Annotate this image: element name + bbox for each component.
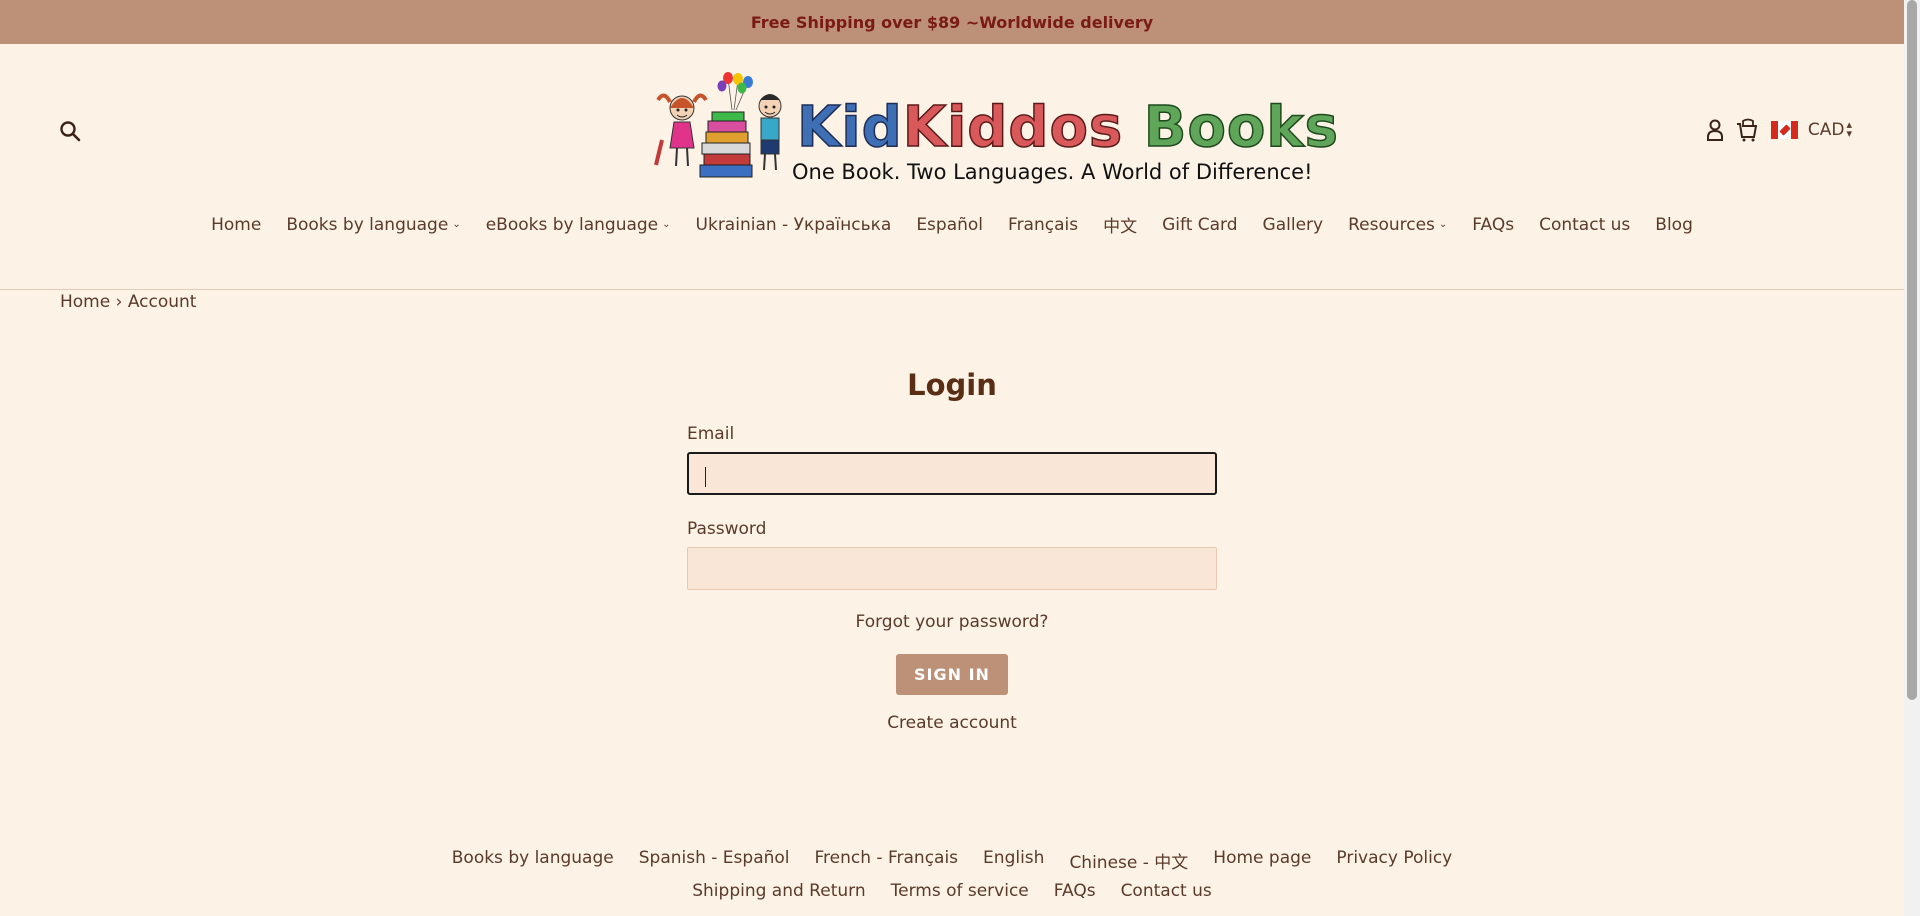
nav-ukrainian[interactable]: Ukrainian - Українська [696,212,892,237]
footer-link[interactable]: Shipping and Return [692,881,865,901]
logo-title-kiddos: Kiddos [902,95,1124,160]
breadcrumb-home[interactable]: Home [60,292,110,312]
footer-row-1: Books by language Spanish - Español Fren… [452,848,1452,873]
email-label: Email [687,424,735,444]
scrollbar[interactable] [1904,0,1920,916]
kids-books-illustration [654,72,782,178]
header-actions: CAD ▴ ▾ [1705,118,1852,142]
footer-link[interactable]: Home page [1213,848,1311,873]
breadcrumb-separator: › [115,292,123,312]
sort-arrows-icon: ▴ ▾ [1846,118,1852,140]
nav-gallery[interactable]: Gallery [1263,212,1324,237]
scrollbar-thumb[interactable] [1907,0,1917,700]
user-icon[interactable] [1705,118,1725,142]
logo-title-kid: Kid [796,95,903,160]
nav-blog[interactable]: Blog [1655,212,1693,237]
footer-link[interactable]: Spanish - Español [639,848,790,873]
chevron-down-icon: ⌄ [662,219,671,230]
forgot-password-link[interactable]: Forgot your password? [687,612,1217,632]
search-button[interactable] [58,119,82,143]
nav-gift-card[interactable]: Gift Card [1162,212,1237,237]
currency-selector[interactable]: CAD ▴ ▾ [1807,118,1852,140]
logo-title: KidKiddos Books [796,99,1339,157]
page-title: Login [907,368,997,402]
footer-links: Books by language Spanish - Español Fren… [0,848,1904,901]
search-icon [60,121,81,142]
currency-label: CAD [1807,120,1845,140]
login-form: Email Password Forgot your password? SIG… [687,424,1217,733]
main-nav: Home Books by language ⌄ eBooks by langua… [0,212,1904,238]
footer-link[interactable]: Privacy Policy [1336,848,1452,873]
footer-link[interactable]: Books by language [452,848,614,873]
breadcrumb-current: Account [127,292,197,312]
nav-home[interactable]: Home [211,212,261,237]
nav-faqs[interactable]: FAQs [1472,212,1514,237]
nav-chinese[interactable]: 中文 [1103,212,1137,237]
logo-tagline: One Book. Two Languages. A World of Diff… [792,160,1313,184]
footer-link[interactable]: Chinese - 中文 [1069,848,1188,873]
cart-icon[interactable] [1735,118,1757,142]
nav-ebooks-by-language[interactable]: eBooks by language ⌄ [486,212,671,237]
footer-link[interactable]: FAQs [1054,881,1096,901]
chevron-down-icon: ⌄ [1438,219,1448,230]
password-field[interactable] [687,547,1217,590]
nav-espanol[interactable]: Español [916,212,983,237]
site-logo[interactable]: KidKiddos Books One Book. Two Languages.… [652,70,1339,190]
nav-books-by-language[interactable]: Books by language ⌄ [286,212,460,237]
nav-resources[interactable]: Resources ⌄ [1348,212,1447,237]
nav-contact-us[interactable]: Contact us [1539,212,1630,237]
logo-title-books: Books [1143,95,1339,160]
footer-link[interactable]: English [983,848,1044,873]
password-label: Password [687,519,767,539]
create-account-link[interactable]: Create account [687,713,1217,733]
footer-link[interactable]: Contact us [1121,881,1212,901]
announcement-bar: Free Shipping over $89 ~Worldwide delive… [0,0,1904,44]
announcement-text: Free Shipping over $89 ~Worldwide delive… [750,12,1154,32]
email-field[interactable] [687,452,1217,495]
header-divider [0,289,1904,290]
breadcrumb: Home › Account [60,292,196,312]
footer-link[interactable]: Terms of service [891,881,1029,901]
text-cursor [705,467,706,487]
footer-row-2: Shipping and Return Terms of service FAQ… [692,881,1212,901]
footer-link[interactable]: French - Français [815,848,959,873]
chevron-down-icon: ⌄ [452,219,461,230]
nav-francais[interactable]: Français [1008,212,1078,237]
sign-in-button[interactable]: SIGN IN [896,654,1008,695]
canada-flag [1770,121,1798,139]
